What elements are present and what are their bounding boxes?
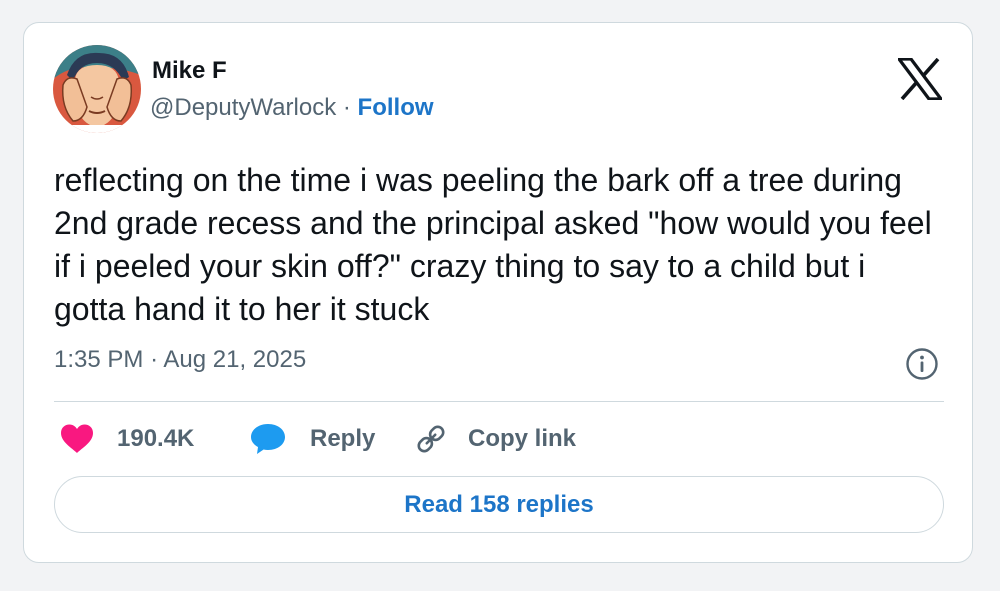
copy-link-button[interactable]: Copy link [414, 422, 576, 456]
reply-label: Reply [310, 425, 376, 452]
speech-bubble-icon [251, 424, 285, 454]
link-icon [417, 425, 445, 453]
divider [54, 401, 944, 402]
author-handle[interactable]: @DeputyWarlock [150, 94, 336, 121]
like-count: 190.4K [117, 425, 195, 452]
info-icon[interactable] [905, 347, 939, 381]
tweet-timestamp[interactable]: 1:35 PM · Aug 21, 2025 [54, 346, 306, 374]
avatar[interactable] [53, 45, 141, 133]
tweet-date: Aug 21, 2025 [163, 346, 307, 373]
timestamp-separator: · [150, 346, 159, 373]
author-name[interactable]: Mike F [152, 57, 227, 85]
tweet-text: reflecting on the time i was peeling the… [54, 162, 932, 327]
avatar-image [53, 45, 141, 133]
tweet-card: Mike F @DeputyWarlock · Follow reflectin… [23, 22, 973, 563]
tweet-time: 1:35 PM [54, 346, 144, 373]
read-replies-button[interactable]: Read 158 replies [54, 476, 944, 533]
reply-button[interactable]: Reply [250, 422, 375, 456]
follow-button[interactable]: Follow [358, 94, 434, 121]
author-handle-row: @DeputyWarlock · Follow [150, 94, 434, 122]
copy-link-label: Copy link [468, 425, 577, 452]
x-logo-icon[interactable] [895, 57, 945, 101]
heart-icon [61, 424, 93, 453]
handle-separator: · [342, 94, 351, 121]
like-button[interactable]: 190.4K [60, 422, 194, 456]
